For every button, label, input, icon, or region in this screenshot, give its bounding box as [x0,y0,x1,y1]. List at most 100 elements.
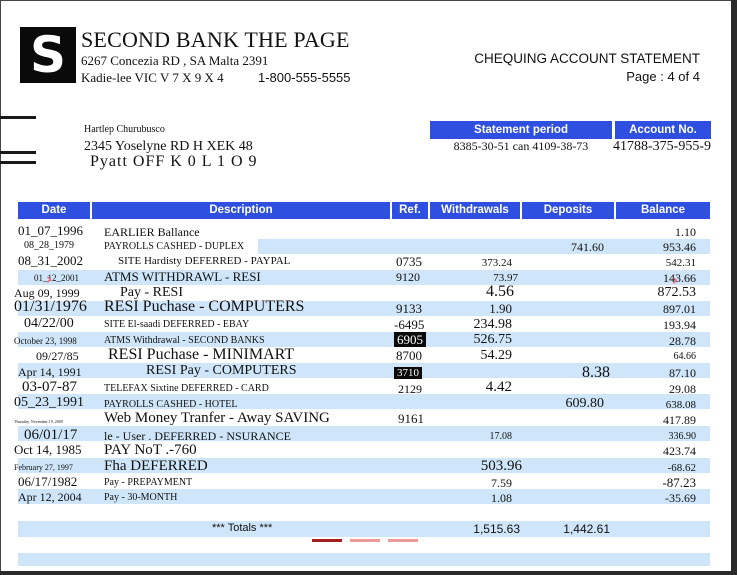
row-withdrawals: 234.98 [473,317,513,332]
row-description: PAYROLLS CASHED - DUPLEX [104,241,245,252]
row-ref: 0735 [396,254,422,269]
column-header-ref: Ref. [392,202,428,219]
statement-title: CHEQUING ACCOUNT STATEMENT [474,51,700,66]
row-stripe [18,553,710,566]
row-date: 06/17/1982 [18,474,78,489]
row-date: 09/27/85 [36,349,79,363]
row-withdrawals: 1.90 [489,301,512,316]
page-indicator [350,539,380,542]
row-ref: 6905 [394,332,426,347]
row-ref: 3710 [394,366,422,380]
row-description: le - User . DEFERRED - NSURANCE [104,429,291,443]
page-number: Page : 4 of 4 [626,69,700,84]
row-description: SITE Hardisty DEFERRED - PAYPAL [118,255,291,267]
row-ref: 9161 [398,411,424,426]
row-date: 01_07_1996 [18,223,83,238]
row-balance: -87.23 [662,475,696,490]
row-date: 04/22/00 [24,316,74,331]
row-withdrawals: 1.08 [491,491,512,505]
account-number-value: 41788-375-955-9 [613,139,711,154]
row-ref: 9120 [396,270,420,284]
row-balance: 423.74 [663,444,696,458]
row-deposits: 609.80 [565,396,605,411]
row-deposits: 8.38 [582,364,610,381]
row-description: TELEFAX Sixtine DEFERRED - CARD [104,383,269,394]
row-withdrawals: 526.75 [473,332,513,347]
row-ref: -6495 [394,317,425,332]
row-ref: 9133 [396,301,422,316]
row-date: Apr 12, 2004 [18,490,82,504]
row-balance: 872.53 [657,285,697,300]
row-description: EARLIER Ballance [104,225,200,239]
decorative-bar [0,161,36,164]
row-withdrawals: 54.29 [480,348,513,363]
frame-edge-right [731,0,737,575]
column-header-date: Date [18,202,90,219]
row-description: RESI Pay - COMPUTERS [146,363,297,378]
row-description: PAY NoT .-760 [104,442,197,458]
row-withdrawals: 503.96 [480,458,522,474]
row-balance: 193.94 [663,318,696,332]
row-withdrawals: 7.59 [491,476,512,490]
bank-address-line2: Kadie-lee VIC V 7 X 9 X 4 [81,70,224,85]
customer-address-line2: Pyatt OFF K 0 L 1 O 9 [90,153,258,170]
row-date: October 23, 1998 [14,336,77,346]
row-date: 03-07-87 [22,379,77,395]
row-balance: 143.66 [663,271,696,285]
row-balance: 1.10 [675,225,696,239]
totals-deposits: 1,442.61 [563,522,610,536]
row-deposits: 741.60 [571,240,604,254]
row-date: 06/01/17 [24,427,78,443]
bank-logo: S [20,27,76,83]
row-withdrawals: 17.08 [489,431,513,442]
row-balance: 638.08 [665,399,696,411]
row-balance: 542.31 [665,257,696,269]
row-description: ATMS WITHDRAWL - RESI [104,269,261,284]
row-description: SITE El-saadi DEFERRED - EBAY [104,319,250,330]
row-description: Pay - PREPAYMENT [104,477,193,488]
bank-address-line1: 6267 Concezia RD , SA Malta 2391 [81,53,269,68]
row-description: Web Money Tranfer - Away SAVING [104,410,330,426]
row-balance: 953.46 [663,240,696,254]
ref-highlight: 6905 [394,332,426,347]
totals-withdrawals: 1,515.63 [473,522,520,536]
page-indicator [388,539,418,542]
arrow-left-icon: › [46,270,53,288]
row-balance: -68.62 [667,462,696,474]
page-indicator-active [312,539,342,542]
row-balance: -35.69 [665,491,696,505]
statement-period-value: 8385-30-51 can 4109-38-73 [453,139,589,153]
row-description: Fha DEFERRED [104,458,208,474]
row-date: 08_31_2002 [18,253,83,268]
decorative-bar [0,116,36,119]
decorative-bar [0,151,36,154]
column-header-description: Description [92,202,390,219]
statement-period-label: Statement period [430,121,612,139]
row-balance: 28.78 [669,334,696,348]
row-date: 01/31/1976 [14,298,87,315]
row-withdrawals: 4.42 [485,379,512,395]
row-ref: 2129 [398,382,422,396]
totals-label: *** Totals *** [212,522,273,534]
row-withdrawals: 373.24 [481,257,512,269]
row-date: 08_28_1979 [24,240,74,251]
row-balance: 64.66 [673,351,697,362]
row-ref: 8700 [396,348,422,363]
ref-highlight: 3710 [394,367,422,379]
row-balance: 87.10 [669,366,696,380]
row-date: 01_12_2001 [34,273,79,283]
row-date: February 27, 1997 [14,463,73,472]
bank-logo-letter: S [29,26,66,84]
bank-phone: 1-800-555-5555 [258,70,351,85]
row-date: Oct 14, 1985 [14,442,82,457]
row-balance: 897.01 [663,302,696,316]
row-description: Pay - 30-MONTH [104,492,178,503]
row-date: Apr 14, 1991 [18,365,82,379]
frame-edge-bottom [0,571,737,575]
row-withdrawals: 4.56 [486,283,514,300]
row-description: RESI Puchase - COMPUTERS [104,298,305,315]
column-header-deposits: Deposits [522,202,614,219]
row-balance: 336.90 [668,431,697,442]
customer-name: Hartlep Churubusco [84,124,165,135]
row-balance: 417.89 [663,413,696,427]
